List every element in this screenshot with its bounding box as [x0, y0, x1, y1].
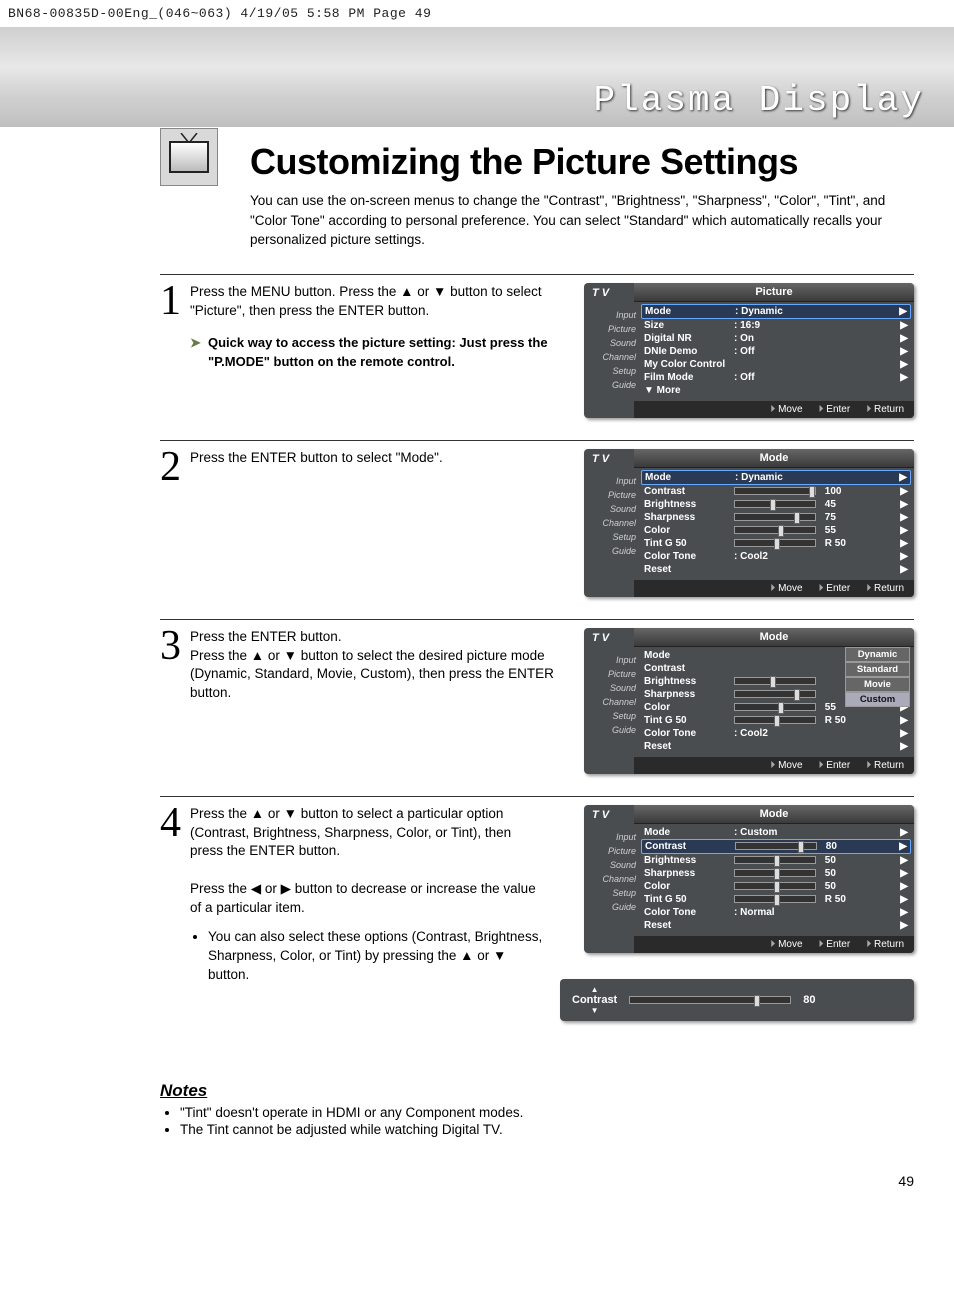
sidebar-guide: Guide [586, 725, 636, 735]
step-num-2: 2 [160, 449, 190, 487]
intro-text: You can use the on-screen menus to chang… [250, 191, 914, 250]
sidebar-setup: Setup [586, 888, 636, 898]
sidebar-channel: Channel [586, 352, 636, 362]
sidebar-sound: Sound [586, 683, 636, 693]
menu-row: Tint G 50 R 50▶ [644, 714, 908, 727]
notes-heading: Notes [160, 1081, 914, 1101]
sidebar-sound: Sound [586, 338, 636, 348]
menu-row: Brightness 50▶ [644, 854, 908, 867]
mode-option-movie: Movie [845, 677, 910, 692]
mode-option-standard: Standard [845, 662, 910, 677]
menu-row: Color Tone: Cool2▶ [644, 727, 908, 740]
osd-mode-1: T V Mode InputPictureSoundChannelSetupGu… [584, 449, 914, 597]
page-number: 49 [0, 1173, 914, 1189]
mode-option-dynamic: Dynamic [845, 647, 910, 662]
step-text-2: Press the ENTER button to select "Mode". [190, 449, 568, 487]
menu-row: Color 50▶ [644, 880, 908, 893]
menu-row: Reset▶ [644, 740, 908, 753]
sidebar-picture: Picture [586, 490, 636, 500]
sidebar-picture: Picture [586, 324, 636, 334]
menu-row: Sharpness 75▶ [644, 511, 908, 524]
sidebar-sound: Sound [586, 504, 636, 514]
menu-row: My Color Control▶ [644, 358, 908, 371]
step-text-1: Press the MENU button. Press the ▲ or ▼ … [190, 284, 542, 318]
menu-row: Digital NR: On▶ [644, 332, 908, 345]
sidebar-input: Input [586, 832, 636, 842]
step-text-3: Press the ENTER button.Press the ▲ or ▼ … [190, 628, 568, 704]
sidebar-channel: Channel [586, 874, 636, 884]
menu-row: DNIe Demo: Off▶ [644, 345, 908, 358]
osd-mode-options: T V Mode InputPictureSoundChannelSetupGu… [584, 628, 914, 774]
step-3: 3 Press the ENTER button.Press the ▲ or … [160, 619, 914, 788]
menu-row: Contrast 100▶ [644, 485, 908, 498]
mode-option-custom: Custom [845, 692, 910, 707]
sidebar-sound: Sound [586, 860, 636, 870]
page-title: Customizing the Picture Settings [250, 141, 914, 183]
step-2: 2 Press the ENTER button to select "Mode… [160, 440, 914, 611]
sidebar-picture: Picture [586, 669, 636, 679]
menu-row: Reset▶ [644, 563, 908, 576]
step-1: 1 Press the MENU button. Press the ▲ or … [160, 274, 914, 432]
menu-row: Mode: Dynamic▶ [641, 470, 911, 485]
crop-mark: BN68-00835D-00Eng_(046~063) 4/19/05 5:58… [0, 0, 954, 27]
notes-section: Notes "Tint" doesn't operate in HDMI or … [160, 1081, 914, 1137]
sidebar-input: Input [586, 655, 636, 665]
menu-row: Color 55▶ [644, 524, 908, 537]
osd-picture: T V Picture InputPictureSoundChannelSetu… [584, 283, 914, 418]
contrast-adjust-bar: ▲ Contrast ▼ 80 [560, 979, 914, 1021]
quick-note: Quick way to access the picture setting:… [208, 334, 560, 370]
menu-row: Sharpness 50▶ [644, 867, 908, 880]
sidebar-input: Input [586, 476, 636, 486]
menu-row: Color Tone: Cool2▶ [644, 550, 908, 563]
menu-row: Mode: Dynamic▶ [641, 304, 911, 319]
menu-row: Tint G 50 R 50▶ [644, 893, 908, 906]
menu-row: Reset▶ [644, 919, 908, 932]
sidebar-setup: Setup [586, 532, 636, 542]
header-band: Plasma Display [0, 27, 954, 127]
sidebar-guide: Guide [586, 546, 636, 556]
sidebar-channel: Channel [586, 697, 636, 707]
menu-row: Tint G 50 R 50▶ [644, 537, 908, 550]
menu-row: Mode: Custom▶ [644, 826, 908, 839]
band-title: Plasma Display [594, 80, 924, 121]
sidebar-channel: Channel [586, 518, 636, 528]
sidebar-picture: Picture [586, 846, 636, 856]
sidebar-setup: Setup [586, 366, 636, 376]
menu-row: ▼ More [644, 384, 908, 397]
note-item: "Tint" doesn't operate in HDMI or any Co… [180, 1105, 914, 1120]
step-4: 4 Press the ▲ or ▼ button to select a pa… [160, 796, 914, 1021]
menu-row: Brightness 45▶ [644, 498, 908, 511]
step-text-4: Press the ▲ or ▼ button to select a part… [190, 805, 552, 985]
menu-row: Size: 16:9▶ [644, 319, 908, 332]
sidebar-guide: Guide [586, 902, 636, 912]
sidebar-guide: Guide [586, 380, 636, 390]
menu-row: Film Mode: Off▶ [644, 371, 908, 384]
step-num-3: 3 [160, 628, 190, 704]
tv-icon [160, 128, 218, 186]
sidebar-setup: Setup [586, 711, 636, 721]
menu-row: Color Tone: Normal▶ [644, 906, 908, 919]
sidebar-input: Input [586, 310, 636, 320]
osd-mode-custom: T V Mode InputPictureSoundChannelSetupGu… [584, 805, 914, 953]
step-num-1: 1 [160, 283, 190, 371]
note-item: The Tint cannot be adjusted while watchi… [180, 1122, 914, 1137]
step-num-4: 4 [160, 805, 190, 985]
menu-row: Contrast 80▶ [641, 839, 911, 854]
